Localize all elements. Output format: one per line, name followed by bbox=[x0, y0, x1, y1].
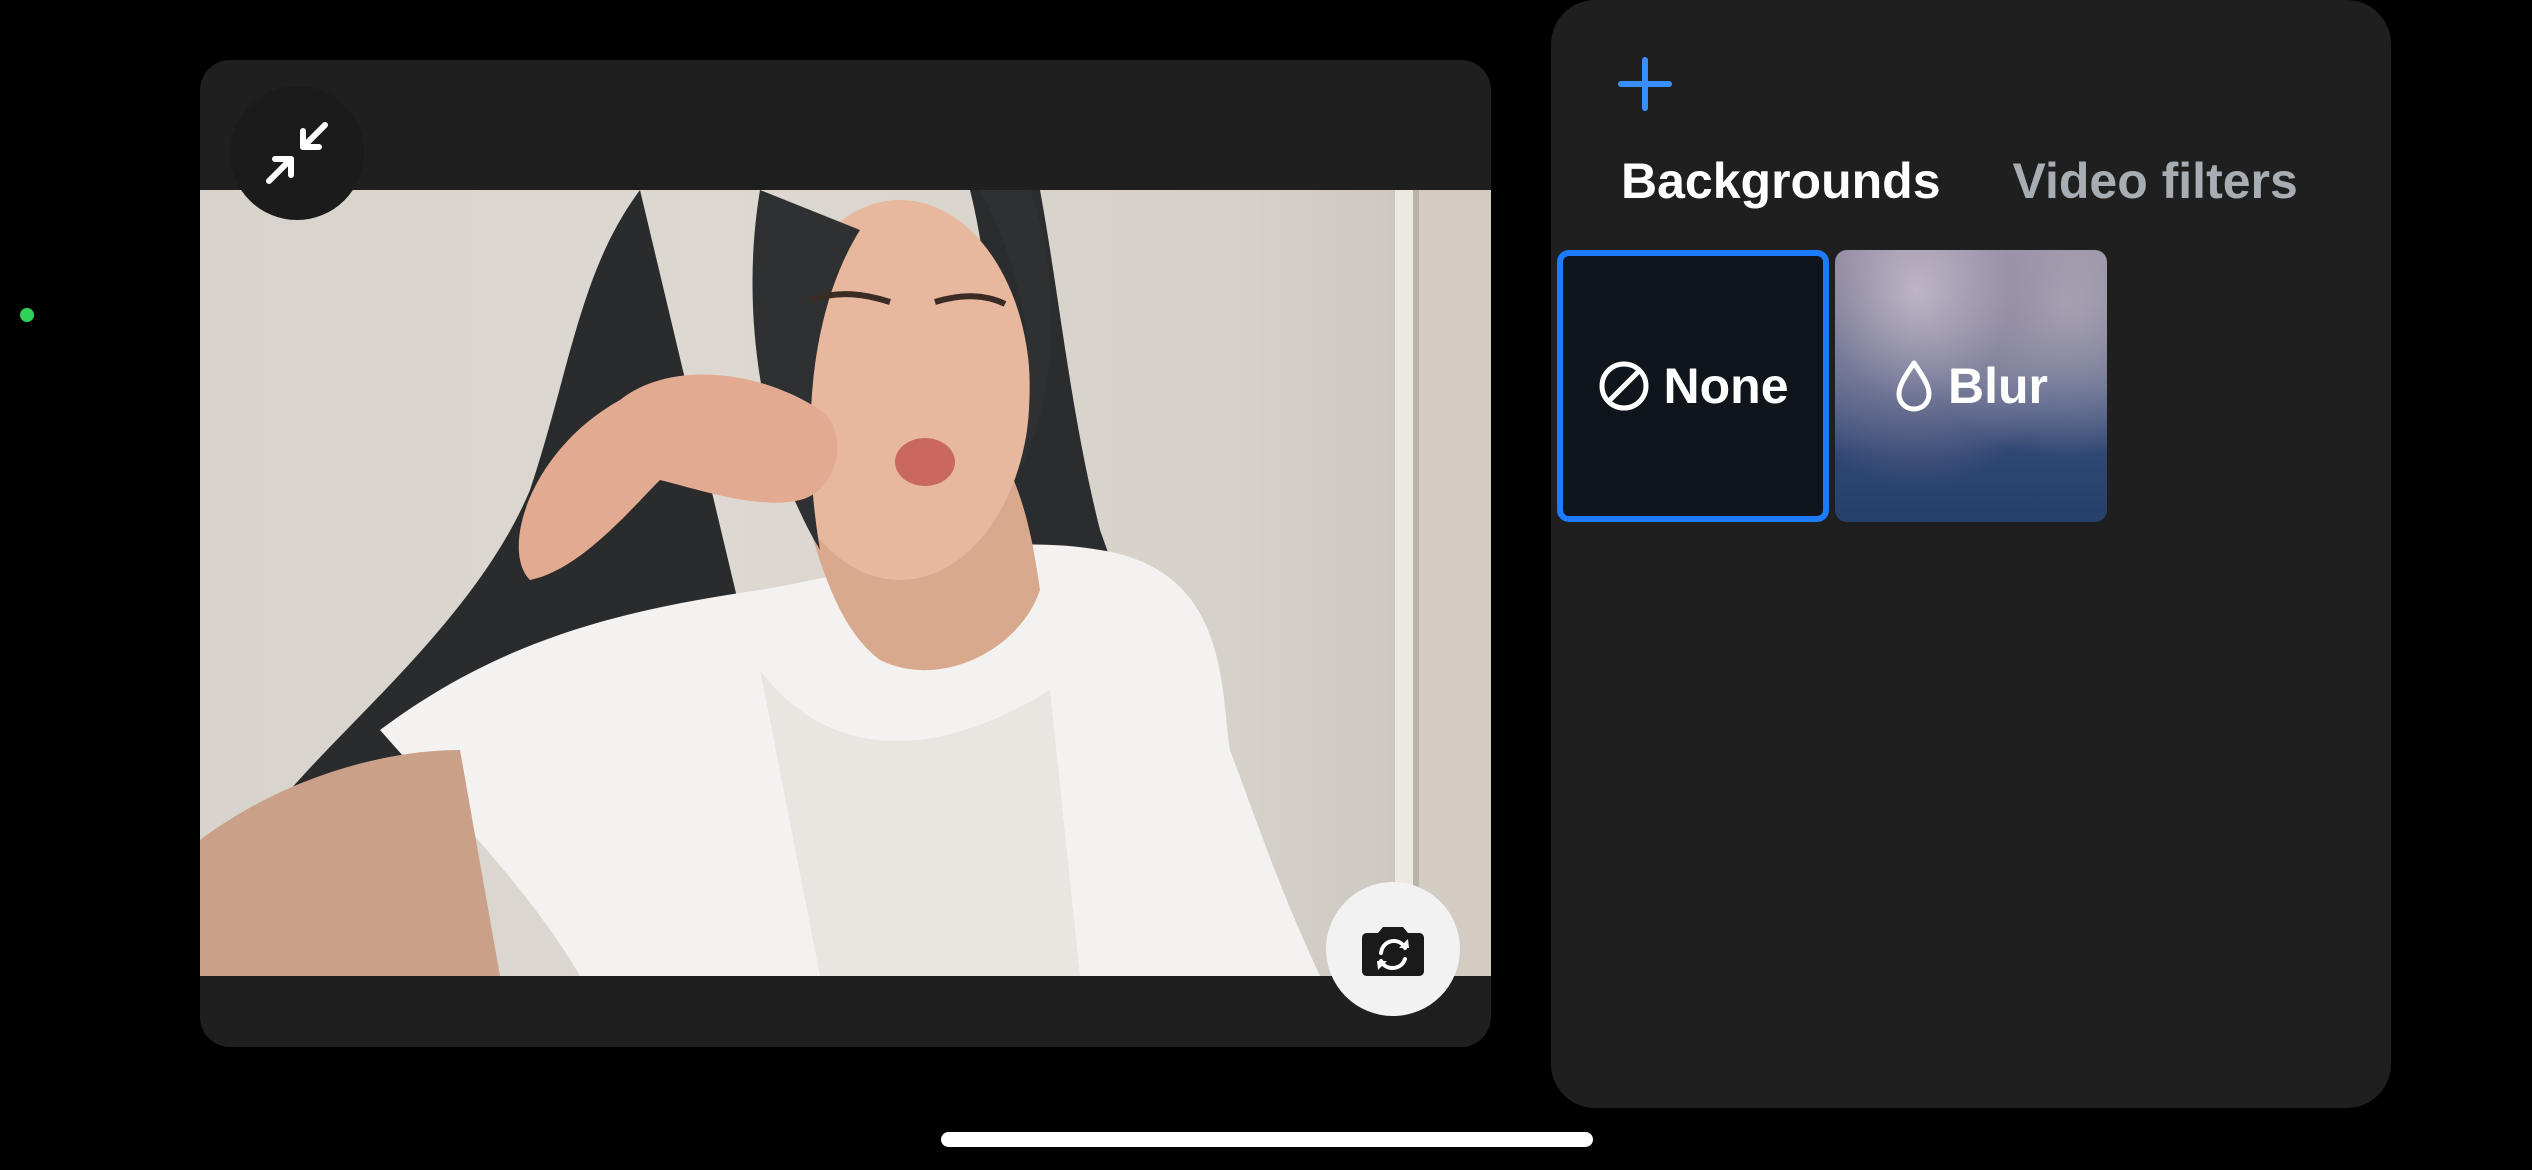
camera-flip-icon bbox=[1362, 927, 1424, 976]
tab-backgrounds[interactable]: Backgrounds bbox=[1621, 152, 1941, 210]
background-option-none[interactable]: None bbox=[1557, 250, 1829, 522]
background-option-blur[interactable]: Blur bbox=[1835, 250, 2107, 522]
droplet-icon bbox=[1894, 359, 1934, 413]
camera-preview-video[interactable] bbox=[200, 190, 1491, 976]
background-options: None Blur bbox=[1557, 250, 2107, 522]
option-label: None bbox=[1663, 358, 1789, 414]
camera-preview-card bbox=[200, 60, 1491, 1047]
effects-panel: Backgrounds Video filters None Blur bbox=[1551, 0, 2391, 1108]
option-label: Blur bbox=[1948, 358, 2048, 414]
home-indicator[interactable] bbox=[941, 1132, 1593, 1147]
plus-icon bbox=[1618, 57, 1672, 111]
none-slash-icon bbox=[1598, 360, 1650, 412]
camera-in-use-indicator bbox=[20, 308, 34, 322]
tab-video-filters[interactable]: Video filters bbox=[2013, 152, 2298, 210]
minimize-arrows-icon bbox=[266, 122, 328, 184]
flip-camera-button[interactable] bbox=[1326, 882, 1460, 1016]
minimize-button[interactable] bbox=[230, 86, 364, 220]
add-effect-button[interactable] bbox=[1611, 50, 1679, 118]
facetime-effects-screen: Backgrounds Video filters None Blur bbox=[0, 0, 2532, 1170]
self-view-image bbox=[200, 190, 1491, 976]
effects-tabs: Backgrounds Video filters bbox=[1621, 152, 2298, 210]
